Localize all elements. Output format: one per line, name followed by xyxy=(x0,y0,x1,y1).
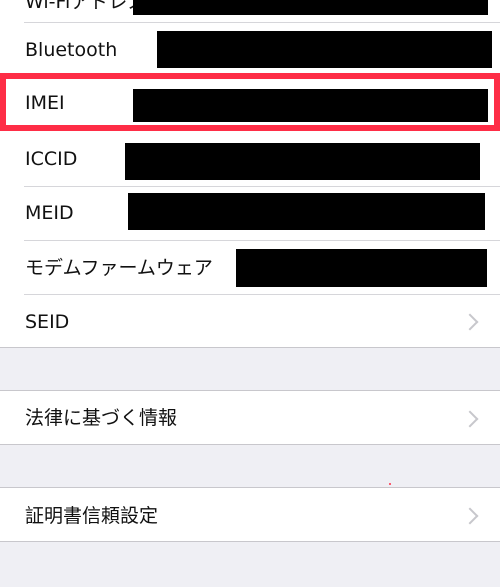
divider xyxy=(24,22,500,23)
row-label-certificate-trust: 証明書信頼設定 xyxy=(25,505,159,527)
divider xyxy=(24,186,500,187)
redacted-iccid xyxy=(125,143,480,180)
redacted-bluetooth xyxy=(157,31,492,68)
row-label-seid: SEID xyxy=(25,311,70,333)
row-label-wifi-address: Wi-Fiアドレス xyxy=(25,0,147,13)
row-label-meid: MEID xyxy=(25,202,74,224)
redacted-modem-firmware xyxy=(236,249,487,287)
row-label-legal-info: 法律に基づく情報 xyxy=(25,407,178,429)
pink-dot xyxy=(389,483,391,485)
divider xyxy=(0,541,500,542)
imei-highlight-box xyxy=(0,73,500,131)
row-certificate-trust[interactable]: 証明書信頼設定 xyxy=(0,488,500,541)
info-group: Wi-Fiアドレス Bluetooth IMEI ICCID MEID モデムフ… xyxy=(0,0,500,347)
chevron-right-icon xyxy=(461,313,479,331)
row-label-bluetooth: Bluetooth xyxy=(25,39,118,61)
divider xyxy=(24,240,500,241)
row-label-iccid: ICCID xyxy=(25,148,78,170)
row-seid[interactable]: SEID xyxy=(0,295,500,347)
divider xyxy=(0,347,500,348)
divider xyxy=(0,444,500,445)
chevron-right-icon xyxy=(461,410,479,428)
chevron-right-icon xyxy=(461,507,479,525)
row-legal-info[interactable]: 法律に基づく情報 xyxy=(0,391,500,444)
redacted-wifi-address xyxy=(133,0,488,15)
redacted-meid xyxy=(128,193,485,230)
row-label-modem-firmware: モデムファームウェア xyxy=(25,257,213,279)
